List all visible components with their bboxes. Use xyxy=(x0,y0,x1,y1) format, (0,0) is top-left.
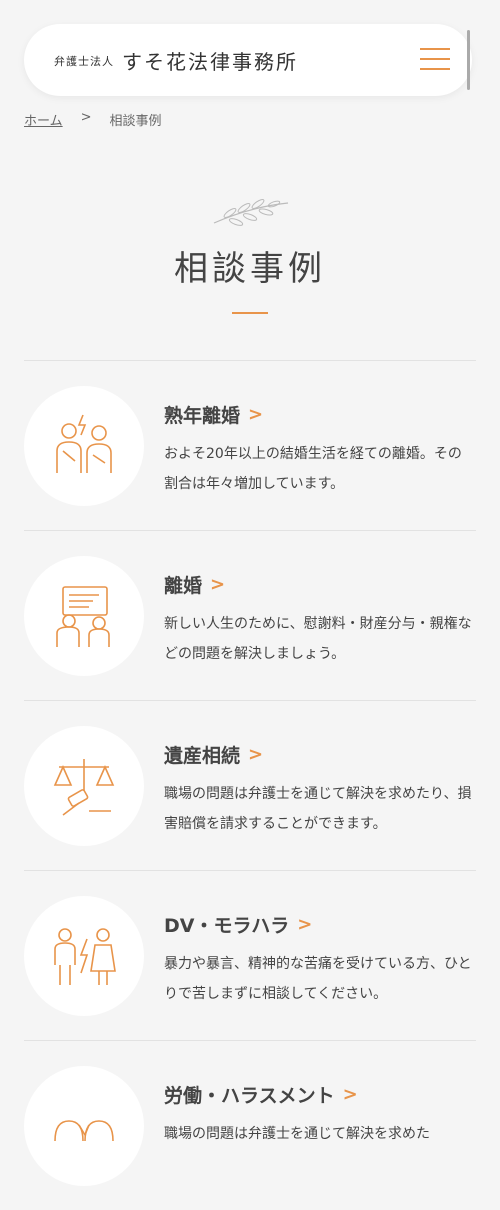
logo-subtitle: 弁護士法人 xyxy=(54,55,114,68)
chevron-right-icon: > xyxy=(297,914,313,935)
case-description: 職場の問題は弁護士を通じて解決を求めたり、損害賠償を請求することができます。 xyxy=(164,786,472,832)
case-icon-circle xyxy=(24,896,144,1016)
title-underline xyxy=(232,312,268,314)
case-icon-circle xyxy=(24,726,144,846)
case-item[interactable]: DV・モラハラ > 暴力や暴言、精神的な苦痛を受けている方、ひとりで苦しまずに相談… xyxy=(24,870,476,1040)
scrollbar[interactable] xyxy=(467,30,470,90)
case-item[interactable]: 離婚 > 新しい人生のために、慰謝料・財産分与・親権などの問題を解決しましょう。 xyxy=(24,530,476,700)
case-title[interactable]: 離婚 > xyxy=(164,571,225,598)
page-title: 相談事例 xyxy=(174,249,326,289)
couple-conflict-icon xyxy=(56,414,112,473)
hamburger-menu-icon[interactable] xyxy=(420,46,452,74)
case-description: 職場の問題は弁護士を通じて解決を求めた xyxy=(164,1126,430,1142)
case-description: 新しい人生のために、慰謝料・財産分与・親権などの問題を解決しましょう。 xyxy=(164,616,472,662)
case-list: 熟年離婚 > およそ20年以上の結婚生活を経ての離婚。その割合は年々増加しています… xyxy=(24,360,476,1210)
case-title[interactable]: 遺産相続 > xyxy=(164,741,263,768)
chevron-right-icon: > xyxy=(248,404,264,425)
divorce-paper-icon xyxy=(56,586,110,647)
scale-gavel-icon xyxy=(53,759,115,816)
site-header: 弁護士法人 すそ花法律事務所 xyxy=(24,24,472,96)
case-item[interactable]: 遺産相続 > 職場の問題は弁護士を通じて解決を求めたり、損害賠償を請求することがで… xyxy=(24,700,476,870)
chevron-right-icon: > xyxy=(210,574,226,595)
breadcrumb: ホーム > 相談事例 xyxy=(24,110,162,129)
case-title[interactable]: 労働・ハラスメント > xyxy=(164,1081,358,1108)
page-heading-area: 相談事例 xyxy=(0,195,500,314)
case-description: 暴力や暴言、精神的な苦痛を受けている方、ひとりで苦しまずに相談してください。 xyxy=(164,956,472,1002)
chevron-right-icon: > xyxy=(342,1084,358,1105)
workplace-icon xyxy=(54,1120,114,1142)
dv-couple-icon xyxy=(54,928,116,985)
breadcrumb-home-link[interactable]: ホーム xyxy=(24,110,63,129)
case-title[interactable]: DV・モラハラ > xyxy=(164,911,312,938)
case-item[interactable]: 労働・ハラスメント > 職場の問題は弁護士を通じて解決を求めた xyxy=(24,1040,476,1210)
leaf-ornament-icon xyxy=(213,198,289,226)
logo-title: すそ花法律事務所 xyxy=(122,49,298,74)
case-title[interactable]: 熟年離婚 > xyxy=(164,401,263,428)
chevron-right-icon: > xyxy=(248,744,264,765)
site-logo[interactable]: 弁護士法人 すそ花法律事務所 xyxy=(54,24,298,96)
breadcrumb-separator: > xyxy=(80,110,92,125)
case-description: およそ20年以上の結婚生活を経ての離婚。その割合は年々増加しています。 xyxy=(164,446,462,492)
case-item[interactable]: 熟年離婚 > およそ20年以上の結婚生活を経ての離婚。その割合は年々増加しています… xyxy=(24,360,476,530)
case-icon-circle xyxy=(24,1066,144,1186)
case-icon-circle xyxy=(24,556,144,676)
case-icon-circle xyxy=(24,386,144,506)
breadcrumb-current: 相談事例 xyxy=(109,114,162,129)
